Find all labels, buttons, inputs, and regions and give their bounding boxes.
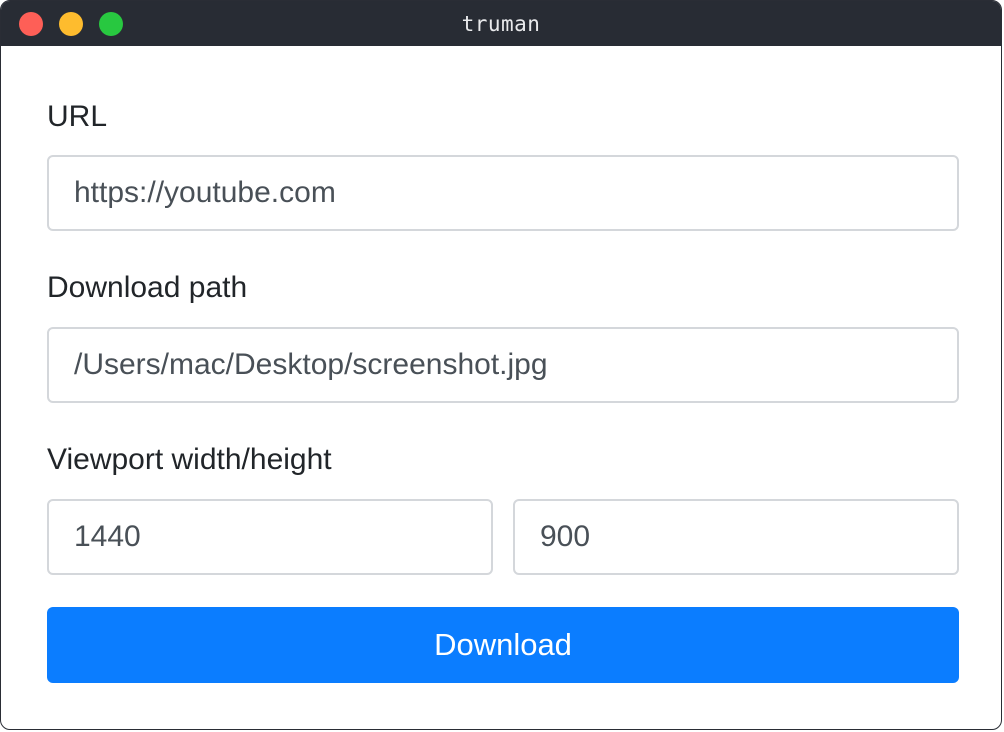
title-bar: truman bbox=[1, 1, 1001, 46]
download-path-label: Download path bbox=[47, 271, 248, 304]
app-window: truman URL https://youtube.com Download … bbox=[0, 0, 1002, 730]
url-label: URL bbox=[47, 100, 108, 133]
viewport-label: Viewport width/height bbox=[47, 443, 332, 476]
viewport-width-input[interactable]: 1440 bbox=[47, 499, 493, 575]
download-button[interactable]: Download bbox=[47, 607, 959, 683]
url-input[interactable]: https://youtube.com bbox=[47, 155, 959, 231]
viewport-height-input[interactable]: 900 bbox=[513, 499, 959, 575]
download-path-input[interactable]: /Users/mac/Desktop/screenshot.jpg bbox=[47, 327, 959, 403]
window-title: truman bbox=[461, 12, 541, 36]
